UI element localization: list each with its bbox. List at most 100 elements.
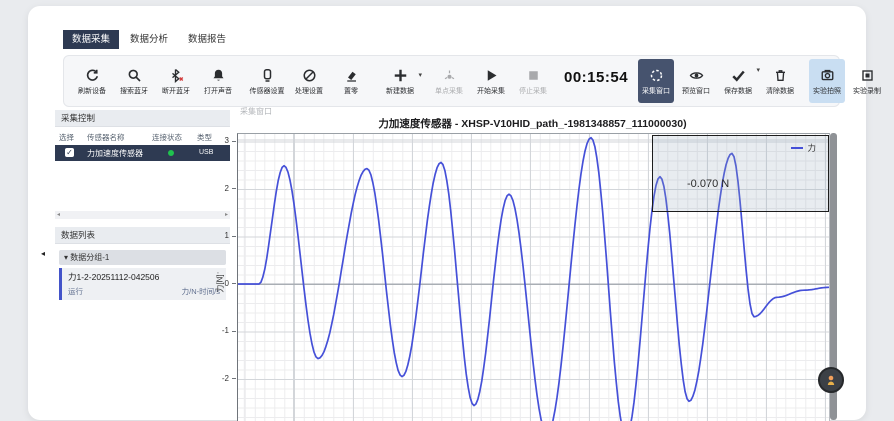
- stop-collect-button[interactable]: 停止采集: [513, 64, 553, 98]
- eye-icon: [689, 67, 704, 84]
- check-icon: [731, 67, 746, 84]
- toolbar-group: 刷新设备搜索蓝牙断开蓝牙 打开声音: [72, 64, 238, 98]
- experiment-record-button[interactable]: 实验录制: [847, 59, 887, 103]
- toolbar-group: 采集窗口预览窗口 ▾保存数据清除数据: [638, 59, 800, 103]
- y-tick-label: -1: [209, 326, 229, 335]
- sensor-settings-label: 传感器设置: [250, 86, 285, 96]
- start-collect-label: 开始采集: [477, 86, 505, 96]
- trash-icon: [773, 67, 788, 84]
- collect-window-button[interactable]: 采集窗口: [638, 59, 674, 103]
- record-icon: [860, 67, 875, 84]
- process-settings-button[interactable]: 处理设置: [289, 64, 329, 98]
- toolbar-group: 实验拍照 实验录制 公式计算: [809, 59, 894, 103]
- y-tick-label: 3: [209, 136, 229, 145]
- experiment-photo-label: 实验拍照: [813, 86, 841, 96]
- set-zero-label: 置零: [344, 86, 358, 96]
- clear-data-button[interactable]: 清除数据: [760, 59, 800, 103]
- search-icon: [127, 67, 142, 84]
- chart-plot-area[interactable]: -0.070 N 力: [237, 133, 830, 421]
- save-data-label: 保存数据: [724, 86, 752, 96]
- start-collect-button[interactable]: 开始采集: [471, 64, 511, 98]
- y-tick-mark: [232, 236, 236, 237]
- y-tick-label: -2: [209, 374, 229, 383]
- user-avatar-button[interactable]: [818, 367, 844, 393]
- group-caret-icon[interactable]: ▾: [64, 253, 68, 262]
- col-select: 选择: [59, 132, 74, 143]
- preview-window-button[interactable]: 预览窗口: [676, 59, 716, 103]
- toolbar: 刷新设备搜索蓝牙断开蓝牙 打开声音 传感器设置处理设置 置零 ▾ 新建数据 单点采集 开始采集…: [63, 55, 840, 107]
- refresh-icon: [85, 67, 100, 84]
- play-icon: [484, 67, 499, 84]
- snapshot-icon: [820, 67, 835, 84]
- col-sensor-name: 传感器名称: [87, 132, 125, 143]
- sensor-checkbox[interactable]: ✓: [65, 148, 74, 157]
- y-axis-label: 力[N]: [215, 274, 226, 292]
- disconnect-bluetooth-label: 断开蓝牙: [162, 86, 190, 96]
- stop-icon: [526, 67, 541, 84]
- process-settings-label: 处理设置: [295, 86, 323, 96]
- sensor-table-hscrollbar[interactable]: ◂ ▸: [55, 211, 230, 219]
- connect-status-dot: [168, 150, 174, 156]
- sound-on-button[interactable]: 打开声音: [198, 64, 238, 98]
- bluetooth-off-icon: [169, 67, 184, 84]
- group-label: 数据分组-1: [70, 253, 109, 262]
- single-point-collect-button[interactable]: 单点采集: [429, 64, 469, 98]
- toolbar-right: 采集窗口预览窗口 ▾保存数据清除数据 实验拍照 实验录制 公式计算: [638, 59, 894, 103]
- legend-line-icon: [791, 147, 803, 149]
- sensor-settings-button[interactable]: 传感器设置: [247, 64, 287, 98]
- chart-title: 力加速度传感器 - XHSP-V10HID_path_-1981348857_1…: [237, 116, 828, 131]
- dashed-circle-icon: [649, 67, 664, 84]
- data-group-row[interactable]: ▾ 数据分组-1: [59, 250, 226, 265]
- tab-data-collect[interactable]: 数据采集: [63, 30, 119, 49]
- single-point-collect-label: 单点采集: [435, 86, 463, 96]
- data-item-title: 力1-2-20251112-042506: [68, 271, 159, 283]
- new-data-label: 新建数据: [386, 86, 414, 96]
- toolbar-group: 单点采集 开始采集 停止采集: [429, 64, 553, 98]
- y-tick-mark: [232, 331, 236, 332]
- app-card: 数据采集 数据分析 数据报告 刷新设备搜索蓝牙断开蓝牙 打开声音 传感器设置处理设置…: [28, 6, 866, 420]
- sensor-row[interactable]: ✓ 力加速度传感器 USB: [55, 145, 230, 161]
- preview-window-label: 预览窗口: [682, 86, 710, 96]
- disconnect-bluetooth-button[interactable]: 断开蓝牙: [156, 64, 196, 98]
- search-bluetooth-button[interactable]: 搜索蓝牙: [114, 64, 154, 98]
- y-tick-mark: [232, 141, 236, 142]
- scroll-left-icon[interactable]: ◂: [57, 211, 60, 219]
- experiment-record-label: 实验录制: [853, 86, 881, 96]
- collect-timer: 00:15:54: [564, 69, 628, 86]
- experiment-photo-button[interactable]: 实验拍照: [809, 59, 845, 103]
- data-item[interactable]: 力1-2-20251112-042506 ⋮ 运行 力/N-时间/s: [59, 268, 226, 300]
- tab-data-analysis[interactable]: 数据分析: [121, 30, 177, 49]
- person-icon: [825, 374, 837, 386]
- refresh-devices-label: 刷新设备: [78, 86, 106, 96]
- toolbar-group: ▾ 新建数据: [380, 64, 420, 98]
- formula-calc-button[interactable]: 公式计算: [889, 59, 894, 103]
- sensor-icon: [260, 67, 275, 84]
- y-tick-mark: [232, 378, 236, 379]
- sound-on-label: 打开声音: [204, 86, 232, 96]
- plus-icon: [393, 67, 408, 84]
- sensor-table-header: 选择 传感器名称 连接状态 类型: [55, 130, 230, 144]
- col-connect-status: 连接状态: [152, 132, 182, 143]
- data-item-status: 运行: [68, 286, 83, 297]
- toolbar-left: 刷新设备搜索蓝牙断开蓝牙 打开声音 传感器设置处理设置 置零 ▾ 新建数据 单点采集 开始采集…: [72, 64, 562, 98]
- panel-collapse-icon[interactable]: ◂: [41, 249, 45, 258]
- y-tick-mark: [232, 283, 236, 284]
- bell-icon: [211, 67, 226, 84]
- zero-icon: [344, 67, 359, 84]
- point-icon: [442, 67, 457, 84]
- y-tick-label: 1: [209, 231, 229, 240]
- value-annotation: -0.070 N: [687, 178, 729, 190]
- y-tick-mark: [232, 188, 236, 189]
- set-zero-button[interactable]: 置零: [331, 64, 371, 98]
- clear-data-label: 清除数据: [766, 86, 794, 96]
- collect-control-header: 采集控制: [55, 110, 230, 127]
- y-tick-label: 2: [209, 184, 229, 193]
- stop-collect-label: 停止采集: [519, 86, 547, 96]
- tab-data-report[interactable]: 数据报告: [179, 30, 235, 49]
- new-data-button[interactable]: ▾ 新建数据: [380, 64, 420, 98]
- main-tabs: 数据采集 数据分析 数据报告: [63, 30, 235, 49]
- refresh-devices-button[interactable]: 刷新设备: [72, 64, 112, 98]
- dropdown-caret-icon[interactable]: ▾: [418, 71, 422, 79]
- save-data-button[interactable]: ▾保存数据: [718, 59, 758, 103]
- chart-legend: 力: [791, 142, 816, 154]
